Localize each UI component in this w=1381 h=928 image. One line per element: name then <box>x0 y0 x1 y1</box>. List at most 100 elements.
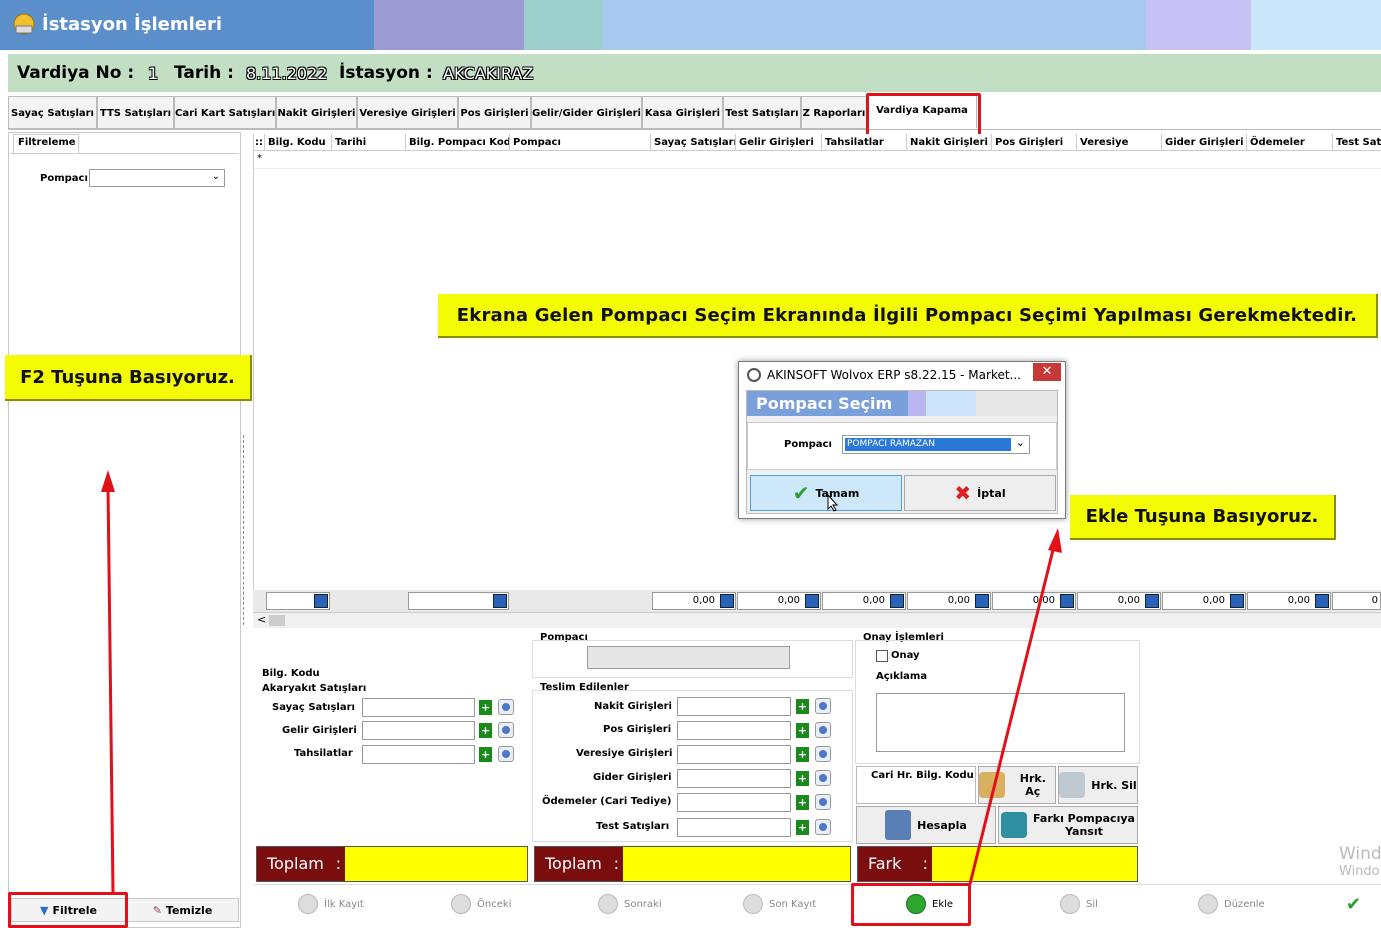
calculator-icon[interactable] <box>1145 594 1159 608</box>
col-tarihi[interactable]: Tarihi <box>332 134 406 151</box>
onceki-label: Önceki <box>477 898 512 910</box>
onceki-button[interactable]: Önceki <box>451 893 511 915</box>
gider-input[interactable] <box>677 769 791 788</box>
scroll-left-icon[interactable]: < <box>257 613 266 626</box>
add-veresiye-icon[interactable]: + <box>796 747 809 762</box>
tab-test-satislari[interactable]: Test Satışları <box>723 96 801 129</box>
calculator-icon[interactable] <box>1315 594 1329 608</box>
tab-veresiye-girisleri[interactable]: Veresiye Girişleri <box>357 96 458 129</box>
calculator-icon[interactable] <box>890 594 904 608</box>
fark-label: Fark: <box>858 847 932 881</box>
col-pompaci[interactable]: Pompacı <box>510 134 651 151</box>
col-tahsilatlar[interactable]: Tahsilatlar <box>822 134 907 151</box>
add-test-icon[interactable]: + <box>796 820 809 835</box>
add-nakit-icon[interactable]: + <box>796 699 809 714</box>
add-gelir-icon[interactable]: + <box>479 723 492 738</box>
info-icon[interactable] <box>815 794 831 810</box>
tab-sayac-satislari[interactable]: Sayaç Satışları <box>8 96 97 129</box>
info-icon[interactable] <box>815 722 831 738</box>
tab-gelir-gider-girisleri[interactable]: Gelir/Gider Girişleri <box>531 96 642 129</box>
col-gelir-girisleri[interactable]: Gelir Girişleri <box>736 134 822 151</box>
test-input[interactable] <box>677 818 791 837</box>
first-record-icon <box>298 894 318 914</box>
ilk-kayit-button[interactable]: İlk Kayıt <box>298 893 364 915</box>
temizle-button[interactable]: ✎ Temizle <box>126 898 239 922</box>
calculator-icon[interactable] <box>1230 594 1244 608</box>
calculator-icon[interactable] <box>1060 594 1074 608</box>
info-icon[interactable] <box>815 698 831 714</box>
check-icon: ✔ <box>792 481 810 505</box>
info-icon[interactable] <box>498 722 514 738</box>
col-veresiye[interactable]: Veresiye <box>1077 134 1162 151</box>
scroll-thumb[interactable] <box>269 615 285 626</box>
col-odemeler[interactable]: Ödemeler <box>1247 134 1333 151</box>
info-icon[interactable] <box>815 770 831 786</box>
tab-strip: Sayaç Satışları TTS Satışları Cari Kart … <box>8 94 1381 130</box>
iptal-button[interactable]: ✖ İptal <box>904 475 1056 511</box>
add-gider-icon[interactable]: + <box>796 771 809 786</box>
calculator-icon[interactable] <box>975 594 989 608</box>
hesapla-button[interactable]: Hesapla <box>856 806 996 844</box>
hrk-sil-button[interactable]: Hrk. Sil <box>1058 766 1138 804</box>
col-bilg-kodu[interactable]: Bilg. Kodu <box>265 134 332 151</box>
add-pos-icon[interactable]: + <box>796 723 809 738</box>
sum-value: 0 <box>1371 595 1378 606</box>
add-tahsilat-icon[interactable]: + <box>479 747 492 762</box>
tab-nakit-girisleri[interactable]: Nakit Girişleri <box>276 96 357 129</box>
cari-hr-box: Cari Hr. Bilg. Kodu <box>856 766 976 804</box>
odemeler-input[interactable] <box>677 793 791 812</box>
tab-z-raporlari[interactable]: Z Raporları <box>801 96 867 129</box>
info-icon[interactable] <box>498 699 514 715</box>
duzenle-button[interactable]: Düzenle <box>1198 893 1265 915</box>
hrk-ac-button[interactable]: Hrk. Aç <box>978 766 1056 804</box>
add-sayac-icon[interactable]: + <box>479 700 492 715</box>
col-bilg-pompaci-kodu[interactable]: Bilg. Pompacı Kodu <box>406 134 510 151</box>
sil-button[interactable]: Sil <box>1060 893 1098 915</box>
pompaci-filter-select[interactable]: ⌄ <box>89 169 225 187</box>
calculator-icon[interactable] <box>493 594 507 608</box>
nakit-input[interactable] <box>677 697 791 716</box>
open-transaction-icon <box>979 772 1005 798</box>
horizontal-scrollbar[interactable]: < <box>253 612 1381 628</box>
aciklama-textarea[interactable] <box>876 693 1125 752</box>
col-gider-girisleri[interactable]: Gider Girişleri <box>1162 134 1247 151</box>
sayac-satislari-input[interactable] <box>362 698 475 717</box>
col-sayac-satislari[interactable]: Sayaç Satışları <box>651 134 736 151</box>
highlight-vardiya-kapama <box>866 93 981 137</box>
gelir-girisleri-input[interactable] <box>362 721 475 740</box>
col-pos-girisleri[interactable]: Pos Girişleri <box>992 134 1077 151</box>
col-test-satislari[interactable]: Test Satı <box>1333 134 1381 151</box>
sum-value: 0,00 <box>947 595 970 606</box>
info-icon[interactable] <box>498 746 514 762</box>
fark-total: Fark: <box>857 846 1138 882</box>
colon: : <box>613 854 619 873</box>
tarih-value: 8.11.2022 <box>246 64 328 83</box>
onay-checkbox[interactable] <box>876 650 888 662</box>
toplam-akaryakit: Toplam: <box>256 846 528 882</box>
close-icon[interactable]: ✕ <box>1033 363 1061 381</box>
tab-filtreleme[interactable]: Filtreleme <box>13 134 79 153</box>
tab-pos-girisleri[interactable]: Pos Girişleri <box>458 96 531 129</box>
info-icon[interactable] <box>815 819 831 835</box>
calculator-icon[interactable] <box>720 594 734 608</box>
dialog-pompaci-select[interactable]: POMPACI RAMAZAN ⌄ <box>842 435 1030 454</box>
son-kayit-label: Son Kayıt <box>769 898 817 910</box>
col-nakit-girisleri[interactable]: Nakit Girişleri <box>907 134 992 151</box>
add-odemeler-icon[interactable]: + <box>796 795 809 810</box>
veresiye-input[interactable] <box>677 745 791 764</box>
tab-kasa-girisleri[interactable]: Kasa Girişleri <box>642 96 723 129</box>
tahsilatlar-input[interactable] <box>362 745 475 764</box>
calculator-icon[interactable] <box>314 594 328 608</box>
sonraki-button[interactable]: Sonraki <box>598 893 662 915</box>
info-icon[interactable] <box>815 746 831 762</box>
tab-tts-satislari[interactable]: TTS Satışları <box>97 96 174 129</box>
delete-transaction-icon <box>1059 772 1086 798</box>
tab-cari-kart-satislari[interactable]: Cari Kart Satışları <box>174 96 276 129</box>
onay-check-button[interactable]: ✔ <box>1346 893 1361 915</box>
pos-input[interactable] <box>677 721 791 740</box>
tamam-button[interactable]: ✔ Tamam <box>750 475 902 511</box>
son-kayit-button[interactable]: Son Kayıt <box>743 893 816 915</box>
calculator-icon[interactable] <box>805 594 819 608</box>
farki-yansit-button[interactable]: Farkı Pompacıya Yansıt <box>998 806 1138 844</box>
splitter-handle[interactable] <box>243 435 250 625</box>
